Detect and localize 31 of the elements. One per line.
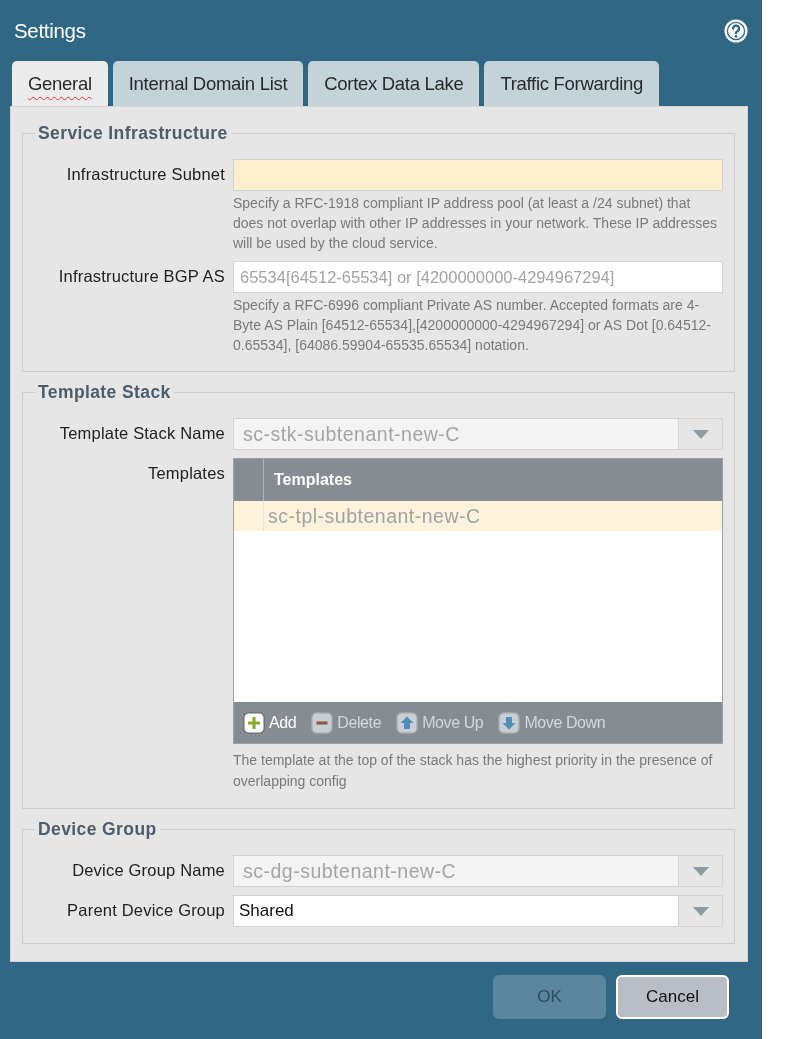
table-cell-text: sc-tpl-subtenant-new-C (267, 503, 481, 529)
cancel-button[interactable]: Cancel (616, 975, 729, 1019)
section-title: Service Infrastructure (37, 123, 229, 144)
column-header: Templates (273, 470, 352, 490)
field-label: Parent Device Group (67, 901, 225, 920)
help-text: The template at the top of the stack has the highest priority in the presence of overlapping config (233, 751, 714, 791)
caret-icon (692, 906, 709, 916)
help-text: Specify a RFC-1918 compliant IP address pool (at least a /24 subnet) that does not overlap with other IP addresses in your network. These IP addresses will be used by the cloud service. (233, 194, 719, 253)
dialog-title: Settings (14, 18, 86, 43)
caret-icon (692, 866, 709, 876)
tab[interactable]: General (12, 61, 108, 106)
section-title: Device Group (37, 819, 158, 840)
section-title: Template Stack (37, 382, 172, 403)
tab[interactable]: Internal Domain List (112, 61, 304, 106)
field-label: Template Stack Name (59, 424, 225, 443)
tab[interactable]: Traffic Forwarding (484, 61, 660, 106)
add-button[interactable]: Add (243, 711, 297, 734)
table-row[interactable]: sc-tpl-subtenant-new-C (234, 501, 722, 531)
field-label: Templates (148, 464, 225, 483)
plus-icon (243, 711, 265, 734)
caret-icon (692, 429, 709, 439)
field-label: Device Group Name (72, 861, 225, 880)
minus-icon (311, 711, 334, 734)
input-field[interactable] (233, 159, 723, 191)
input-field[interactable]: 65534[64512-65534] or [4200000000-4294967294] (233, 261, 723, 293)
tab[interactable]: Cortex Data Lake (308, 61, 480, 106)
field-label: Infrastructure BGP AS (58, 267, 225, 286)
help-icon[interactable] (724, 18, 748, 43)
dropdown-field[interactable]: Shared (233, 895, 723, 927)
field-label: Infrastructure Subnet (66, 165, 225, 184)
help-text: Specify a RFC-6996 compliant Private AS number. Accepted formats are 4-Byte AS Plain [64512-65534],[4200000000-4294967294] or AS Dot [0.64512-0.65534], [64086.59904-65535.65534] notation. (233, 296, 712, 355)
